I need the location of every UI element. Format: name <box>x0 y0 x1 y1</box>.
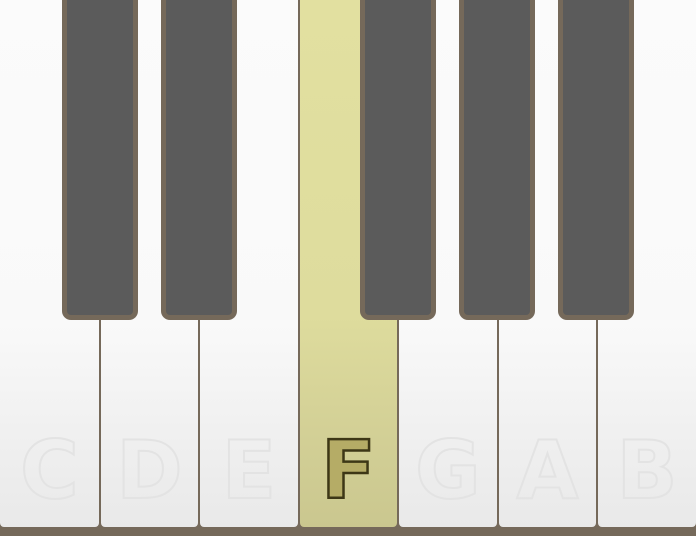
black-key-c-sharp[interactable] <box>62 0 138 320</box>
black-key-g-sharp[interactable] <box>459 0 535 320</box>
key-label-c: C <box>19 424 80 517</box>
key-label-a: A <box>516 424 580 517</box>
key-label-d: D <box>115 424 183 517</box>
key-label-e: E <box>221 424 278 517</box>
key-label-b: B <box>616 424 679 517</box>
key-label-f: F <box>320 424 377 517</box>
key-label-g: G <box>414 424 482 517</box>
piano-keyboard: C D E F G A B <box>0 0 696 536</box>
black-key-a-sharp[interactable] <box>558 0 634 320</box>
black-key-d-sharp[interactable] <box>161 0 237 320</box>
black-key-f-sharp[interactable] <box>360 0 436 320</box>
